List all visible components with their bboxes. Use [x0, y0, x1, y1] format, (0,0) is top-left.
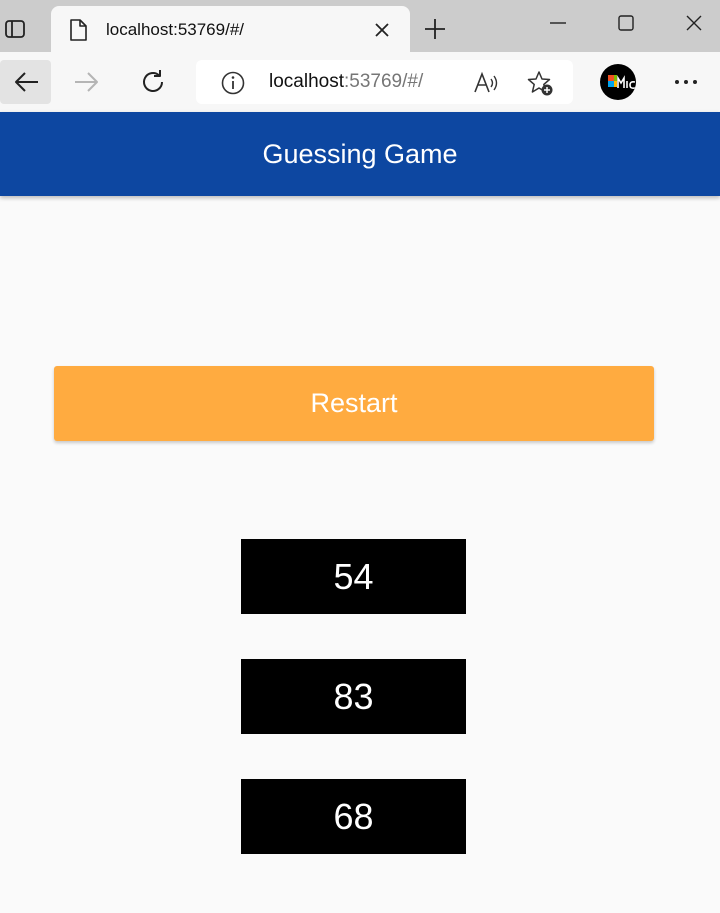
active-tab[interactable]: localhost:53769/#/	[51, 6, 410, 52]
close-icon	[375, 23, 389, 37]
info-icon[interactable]	[220, 70, 246, 96]
settings-more-button[interactable]	[668, 68, 704, 96]
minimize-button[interactable]	[543, 10, 573, 36]
browser-tab-strip: localhost:53769/#/	[0, 0, 720, 52]
profile-logo-icon	[608, 75, 636, 89]
close-window-icon	[686, 15, 702, 31]
refresh-button[interactable]	[132, 60, 174, 104]
minimize-icon	[550, 22, 566, 24]
favorites-add-icon[interactable]	[526, 69, 554, 97]
forward-button[interactable]	[66, 60, 108, 104]
tab-close-button[interactable]	[371, 19, 393, 41]
restart-button[interactable]: Restart	[54, 366, 654, 441]
refresh-icon	[143, 70, 163, 92]
app-bar: Guessing Game	[0, 112, 720, 196]
url-host: localhost	[269, 71, 344, 92]
back-arrow-icon	[14, 72, 38, 92]
guess-number-tile[interactable]: 54	[241, 539, 466, 614]
guess-number-tile[interactable]: 68	[241, 779, 466, 854]
url-path: :53769/#/	[344, 71, 424, 92]
tab-title: localhost:53769/#/	[106, 20, 244, 39]
tab-actions-icon	[5, 20, 25, 38]
browser-toolbar: localhost:53769/#/	[0, 52, 720, 112]
page-icon	[70, 19, 87, 41]
more-dots-icon	[675, 80, 697, 84]
url-text[interactable]: localhost:53769/#/	[269, 71, 423, 93]
maximize-icon	[618, 15, 634, 31]
maximize-button[interactable]	[611, 10, 641, 36]
plus-icon	[425, 19, 445, 39]
guess-number-tile[interactable]: 83	[241, 659, 466, 734]
page-title: Guessing Game	[262, 138, 458, 169]
profile-avatar[interactable]	[600, 64, 636, 100]
address-bar[interactable]: localhost:53769/#/	[196, 60, 573, 104]
new-tab-button[interactable]	[422, 16, 448, 42]
back-button[interactable]	[0, 60, 51, 104]
tab-actions-button[interactable]	[2, 16, 28, 42]
close-window-button[interactable]	[679, 10, 709, 36]
read-aloud-icon[interactable]	[472, 70, 500, 96]
forward-arrow-icon	[75, 72, 98, 92]
